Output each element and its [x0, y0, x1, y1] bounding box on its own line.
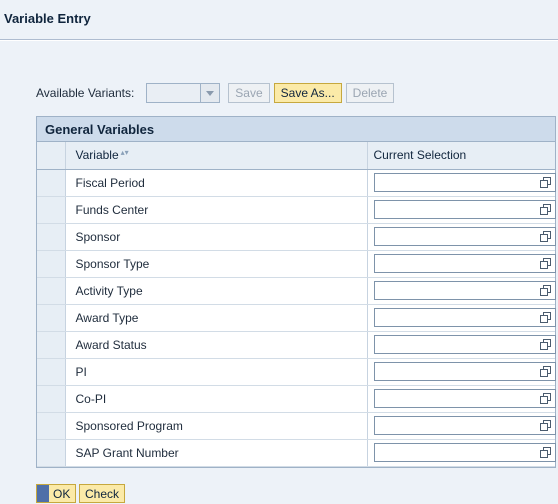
current-selection-cell [367, 331, 556, 359]
row-selector[interactable] [37, 304, 66, 332]
table-row: Sponsor [37, 223, 556, 251]
table-row: Fiscal Period [37, 169, 556, 197]
check-button[interactable]: Check [79, 484, 126, 503]
variable-name: Funds Center [65, 196, 368, 224]
current-selection-input[interactable] [373, 416, 556, 435]
variable-name: Activity Type [65, 277, 368, 305]
current-selection-input[interactable] [373, 362, 556, 381]
table-row: Award Status [37, 331, 556, 359]
copy-icon[interactable] [539, 393, 551, 404]
table-row: Co-PI [37, 385, 556, 413]
variable-name: Sponsor [65, 223, 368, 251]
current-selection-cell [367, 223, 556, 251]
table-row: SAP Grant Number [37, 439, 556, 467]
ok-button-marker [37, 485, 49, 502]
current-selection-cell [367, 277, 556, 305]
variable-name: PI [65, 358, 368, 386]
row-selector[interactable] [37, 223, 66, 251]
title-bar: Variable Entry [0, 0, 558, 40]
column-header-current-selection-label: Current Selection [373, 148, 467, 163]
variable-name: Fiscal Period [65, 169, 368, 197]
save-as-button[interactable]: Save As... [273, 83, 342, 103]
row-selector[interactable] [37, 412, 66, 440]
available-variants-label: Available Variants: [36, 86, 135, 100]
window-title: Variable Entry [4, 11, 91, 26]
variants-dropdown[interactable] [146, 83, 223, 103]
current-selection-input[interactable] [373, 227, 556, 246]
copy-icon[interactable] [539, 420, 551, 431]
current-selection-input[interactable] [373, 308, 556, 327]
chevron-down-icon[interactable] [201, 83, 221, 103]
variable-name: Award Type [65, 304, 368, 332]
column-header-variable[interactable]: Variable ▴▾ [65, 142, 368, 170]
current-selection-input[interactable] [373, 173, 556, 192]
row-selector[interactable] [37, 250, 66, 278]
current-selection-cell [367, 169, 556, 197]
current-selection-input[interactable] [373, 281, 556, 300]
current-selection-cell [367, 358, 556, 386]
copy-icon[interactable] [539, 204, 551, 215]
table-row: Award Type [37, 304, 556, 332]
current-selection-cell [367, 250, 556, 278]
row-selector[interactable] [37, 169, 66, 197]
copy-icon[interactable] [539, 447, 551, 458]
current-selection-cell [367, 196, 556, 224]
current-selection-cell [367, 439, 556, 467]
delete-button[interactable]: Delete [345, 83, 395, 103]
table-header-row: Variable ▴▾ Current Selection [37, 142, 555, 170]
variable-name: Sponsored Program [65, 412, 368, 440]
variable-name: Award Status [65, 331, 368, 359]
variable-name: Sponsor Type [65, 250, 368, 278]
current-selection-cell [367, 412, 556, 440]
variants-toolbar: Available Variants: Save Save As... Dele… [36, 82, 398, 104]
copy-icon[interactable] [539, 177, 551, 188]
variable-name: SAP Grant Number [65, 439, 368, 467]
table-row: Sponsor Type [37, 250, 556, 278]
copy-icon[interactable] [539, 231, 551, 242]
current-selection-input[interactable] [373, 335, 556, 354]
copy-icon[interactable] [539, 285, 551, 296]
column-header-current-selection: Current Selection [367, 142, 555, 170]
current-selection-cell [367, 304, 556, 332]
footer-actions: OK Check [36, 484, 126, 504]
row-selector[interactable] [37, 358, 66, 386]
variants-dropdown-field[interactable] [146, 83, 202, 103]
sort-icon[interactable]: ▴▾ [121, 148, 129, 157]
current-selection-input[interactable] [373, 443, 556, 462]
row-selector-header[interactable] [37, 142, 66, 170]
copy-icon[interactable] [539, 312, 551, 323]
current-selection-input[interactable] [373, 389, 556, 408]
copy-icon[interactable] [539, 258, 551, 269]
table-row: Activity Type [37, 277, 556, 305]
save-button[interactable]: Save [228, 83, 270, 103]
copy-icon[interactable] [539, 339, 551, 350]
copy-icon[interactable] [539, 366, 551, 377]
table-row: Sponsored Program [37, 412, 556, 440]
ok-button-label: OK [53, 486, 71, 501]
current-selection-input[interactable] [373, 254, 556, 273]
variable-name: Co-PI [65, 385, 368, 413]
current-selection-input[interactable] [373, 200, 556, 219]
table-row: PI [37, 358, 556, 386]
row-selector[interactable] [37, 439, 66, 467]
row-selector[interactable] [37, 277, 66, 305]
row-selector[interactable] [37, 385, 66, 413]
row-selector[interactable] [37, 196, 66, 224]
table-title: General Variables [37, 117, 555, 142]
ok-button[interactable]: OK [36, 484, 76, 503]
current-selection-cell [367, 385, 556, 413]
table-row: Funds Center [37, 196, 556, 224]
row-selector[interactable] [37, 331, 66, 359]
column-header-variable-label: Variable [75, 148, 119, 163]
general-variables-table: General Variables Variable ▴▾ Current Sel… [36, 116, 556, 468]
